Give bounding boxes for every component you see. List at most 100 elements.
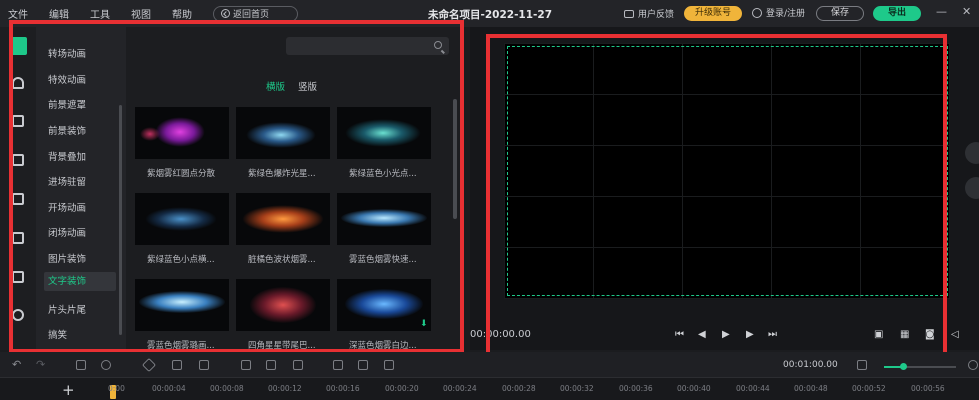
ruler-tick: 00:00:32 — [560, 384, 594, 393]
ruler-tick: 0:00 — [108, 384, 125, 393]
asset-thumbnail[interactable] — [135, 279, 229, 331]
timeline-duration: 00:01:00.00 — [783, 360, 838, 370]
menu-view[interactable]: 视图 — [131, 6, 151, 21]
login-label: 登录/注册 — [766, 9, 806, 19]
zoom-slider-handle[interactable] — [900, 363, 907, 370]
search-icon — [434, 41, 442, 49]
voice-icon[interactable] — [101, 360, 111, 370]
menu-tools[interactable]: 工具 — [90, 6, 110, 21]
asset-thumbnail[interactable] — [236, 193, 330, 245]
aspect-ratio-icon[interactable]: ▣ — [874, 329, 883, 340]
snapshot-icon[interactable]: ◙ — [925, 329, 935, 340]
asset-thumbnail[interactable]: ⬇ — [337, 279, 431, 331]
copy-icon[interactable] — [266, 360, 276, 370]
volume-icon[interactable]: ◁ — [951, 329, 959, 340]
mirror-icon[interactable] — [199, 360, 209, 370]
asset-caption: 雾蓝色烟雾快速... — [349, 255, 417, 265]
login-link[interactable]: 登录/注册 — [752, 6, 805, 19]
category-item[interactable]: 特效动画 — [48, 72, 86, 86]
category-list: 转场动画 特效动画 前景遮罩 前景装饰 背景叠加 进场驻留 开场动画 闭场动画 … — [36, 27, 126, 350]
category-item[interactable]: 片头片尾 — [48, 302, 86, 316]
text-tool-icon[interactable] — [12, 115, 24, 127]
zoom-in-icon[interactable] — [968, 360, 978, 370]
asset-thumbnail[interactable] — [337, 193, 431, 245]
asset-thumbnail[interactable] — [236, 279, 330, 331]
category-item[interactable]: 图片装饰 — [48, 251, 86, 265]
asset-library: 横版 竖版 紫烟雾红圆点分散 紫绿色爆炸光星... 紫绿蓝色小光点... 紫绿蓝… — [126, 27, 464, 351]
subtitle-tool-icon[interactable] — [12, 154, 24, 166]
puzzle-tool-icon[interactable] — [12, 232, 24, 244]
redo-icon[interactable]: ↷ — [36, 358, 46, 371]
ruler-tick: 00:00:08 — [210, 384, 244, 393]
undo-icon[interactable]: ↶ — [12, 358, 22, 371]
ruler-tick: 00:00:56 — [911, 384, 945, 393]
crop-tool-icon[interactable] — [965, 142, 979, 164]
title-bar: 文件 编辑 工具 视图 帮助 返回首页 未命名项目-2022-11-27 用户反… — [0, 0, 979, 27]
category-item[interactable]: 闭场动画 — [48, 225, 86, 239]
save-button[interactable]: 保存 — [816, 6, 864, 21]
lock-tool-icon[interactable] — [965, 177, 979, 199]
category-item-active[interactable]: 文字装饰 — [44, 272, 116, 291]
add-track-icon[interactable]: + — [62, 381, 75, 399]
keyframe-icon[interactable] — [141, 357, 157, 373]
music-tool-icon[interactable] — [12, 77, 24, 89]
home-button[interactable]: 返回首页 — [213, 5, 299, 22]
minimize-icon[interactable]: — — [936, 5, 947, 18]
prev-frame-icon[interactable]: ◀ — [698, 329, 706, 340]
tab-portrait[interactable]: 竖版 — [298, 79, 317, 93]
skip-forward-icon[interactable]: ⏭ — [768, 329, 777, 340]
asset-caption: 四角星星带尾巴... — [248, 341, 316, 351]
menu-edit[interactable]: 编辑 — [49, 6, 69, 21]
next-frame-icon[interactable]: ▶ — [746, 329, 754, 340]
folder-tool-icon[interactable] — [12, 271, 24, 283]
mosaic-icon[interactable] — [333, 360, 343, 370]
feedback-link[interactable]: 用户反馈 — [624, 7, 674, 20]
delete-icon[interactable] — [293, 360, 303, 370]
asset-caption: 深蓝色烟雾白边... — [349, 341, 417, 351]
home-button-label: 返回首页 — [233, 10, 270, 20]
category-item[interactable]: 前景遮罩 — [48, 97, 86, 111]
paint-icon[interactable] — [358, 360, 368, 370]
export-button[interactable]: 导出 — [873, 6, 921, 21]
timeline-ruler[interactable]: + 0:00 00:00:04 00:00:08 00:00:12 00:00:… — [0, 377, 979, 400]
play-icon[interactable]: ▶ — [722, 329, 730, 340]
asset-caption: 雾蓝色烟雾璐画... — [147, 341, 215, 351]
filter-tool-icon[interactable] — [12, 193, 24, 205]
edit-icon[interactable] — [384, 360, 394, 370]
category-item[interactable]: 进场驻留 — [48, 174, 86, 188]
ruler-tick: 00:00:24 — [443, 384, 477, 393]
category-item[interactable]: 背景叠加 — [48, 149, 86, 163]
asset-thumbnail[interactable] — [135, 193, 229, 245]
tab-landscape[interactable]: 横版 — [266, 79, 285, 93]
category-item[interactable]: 转场动画 — [48, 46, 86, 60]
chat-icon — [624, 9, 634, 18]
fit-timeline-icon[interactable] — [857, 360, 867, 370]
feedback-label: 用户反馈 — [638, 10, 675, 20]
character-tool-icon[interactable] — [12, 309, 24, 321]
upgrade-button[interactable]: 升级账号 — [684, 6, 742, 21]
ruler-tick: 00:00:04 — [152, 384, 186, 393]
library-scrollbar[interactable] — [453, 99, 457, 219]
crop-icon[interactable] — [241, 360, 251, 370]
skip-back-icon[interactable]: ⏮ — [675, 329, 684, 340]
category-item[interactable]: 前景装饰 — [48, 123, 86, 137]
search-input[interactable] — [286, 37, 449, 55]
grid-icon[interactable]: ▦ — [900, 329, 909, 340]
category-item[interactable]: 开场动画 — [48, 200, 86, 214]
asset-thumbnail[interactable] — [236, 107, 330, 159]
split-icon[interactable] — [172, 360, 182, 370]
asset-thumbnail[interactable] — [135, 107, 229, 159]
category-scrollbar[interactable] — [119, 105, 122, 335]
effects-tool-icon[interactable] — [9, 37, 27, 55]
main-menu: 文件 编辑 工具 视图 帮助 返回首页 — [8, 5, 299, 22]
category-item[interactable]: 搞笑 — [48, 327, 67, 341]
menu-help[interactable]: 帮助 — [172, 6, 192, 21]
download-icon[interactable]: ⬇ — [420, 320, 429, 329]
ruler-tick: 00:00:20 — [385, 384, 419, 393]
asset-caption: 紫绿色爆炸光星... — [248, 169, 316, 179]
menu-file[interactable]: 文件 — [8, 6, 28, 21]
asset-thumbnail[interactable] — [337, 107, 431, 159]
close-icon[interactable]: ✕ — [962, 5, 971, 18]
record-icon[interactable] — [76, 360, 86, 370]
edit-toolbar: ↶ ↷ 00:01:00.00 — [0, 352, 979, 377]
